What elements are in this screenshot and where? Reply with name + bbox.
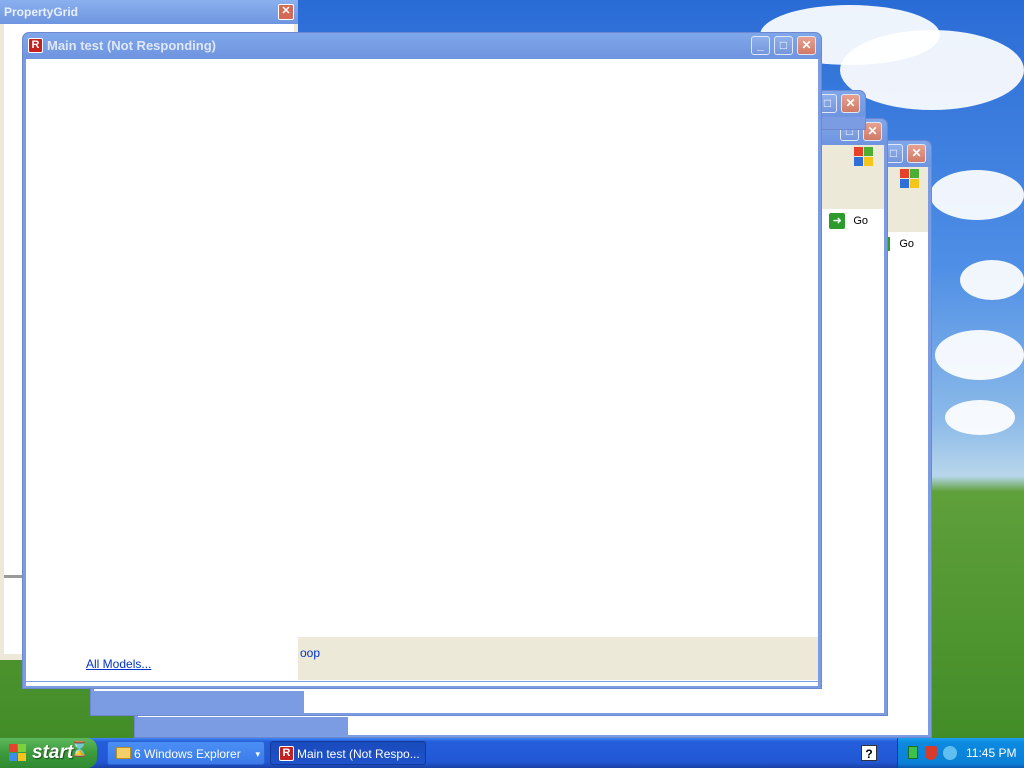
windows-flag-icon (9, 744, 27, 762)
explorer-window-3-go-button[interactable]: Go (886, 235, 914, 253)
maximize-icon: □ (823, 96, 832, 110)
system-tray: 11:45 PM (897, 738, 1024, 768)
property-grid-title: PropertyGrid (4, 5, 79, 19)
explorer-window-2-go-button[interactable]: ➜ Go (829, 211, 868, 231)
taskbar-main-test[interactable]: R Main test (Not Respo... (270, 741, 426, 765)
minimize-icon: _ (757, 38, 764, 52)
help-icon[interactable]: ? (861, 745, 877, 761)
green-arrow-icon: ➜ (829, 213, 846, 230)
maximize-icon: □ (889, 146, 898, 160)
clock[interactable]: 11:45 PM (966, 738, 1016, 768)
r-app-icon: R (279, 746, 294, 761)
explorer-window-2-statusbar (94, 691, 304, 713)
taskbar-explorer-group[interactable]: 6 Windows Explorer ▾ (107, 741, 265, 765)
folder-icon (116, 747, 131, 759)
explorer-window-1-close-button[interactable]: ✕ (841, 94, 860, 113)
go-label: Go (899, 238, 914, 250)
main-test-minimize-button[interactable]: _ (751, 36, 770, 55)
close-icon: ✕ (867, 124, 878, 138)
explorer-window-3-close-button[interactable]: ✕ (907, 144, 926, 163)
main-test-maximize-button[interactable]: □ (774, 36, 793, 55)
status-fragment: oop (300, 646, 321, 660)
main-test-left-panel (26, 657, 298, 680)
close-icon: ✕ (911, 146, 922, 160)
property-grid-titlebar[interactable]: PropertyGrid ✕ (0, 0, 298, 24)
close-icon: ✕ (801, 38, 812, 52)
taskbar-main-test-label: Main test (Not Respo... (297, 747, 420, 761)
network-icon[interactable] (908, 746, 918, 759)
windows-flag-icon (854, 147, 874, 167)
start-label: start (32, 742, 74, 763)
close-icon: ✕ (845, 96, 856, 110)
main-test-close-button[interactable]: ✕ (797, 36, 816, 55)
main-test-bottom-divider (26, 681, 818, 682)
all-models-link[interactable]: All Models... (86, 657, 151, 671)
main-test-titlebar[interactable]: R Main test (Not Responding) _ □ ✕ (23, 33, 821, 59)
close-icon: ✕ (281, 5, 291, 17)
taskbar-explorer-label: 6 Windows Explorer (134, 747, 241, 761)
explorer-window-3-statusbar (138, 717, 348, 735)
main-test-title: Main test (Not Responding) (47, 38, 216, 53)
maximize-icon: □ (779, 38, 788, 52)
go-label: Go (853, 215, 868, 227)
explorer-window-2-toolbar (818, 145, 884, 209)
main-test-content: All Models... oop (26, 59, 818, 686)
hourglass-cursor-icon: ⌛ (70, 741, 89, 758)
property-grid-close-button[interactable]: ✕ (278, 4, 294, 20)
property-grid-splitter[interactable] (4, 575, 24, 578)
main-test-bottom-panel (298, 637, 818, 680)
taskbar: start ⌛ 6 Windows Explorer ▾ R Main test… (0, 738, 1024, 768)
main-test-window: R Main test (Not Responding) _ □ ✕ All M… (22, 32, 822, 689)
windows-flag-icon (900, 169, 920, 189)
chevron-down-icon: ▾ (255, 749, 260, 759)
r-app-icon: R (28, 38, 43, 53)
update-icon[interactable] (943, 746, 957, 760)
security-shield-icon[interactable] (925, 746, 937, 760)
